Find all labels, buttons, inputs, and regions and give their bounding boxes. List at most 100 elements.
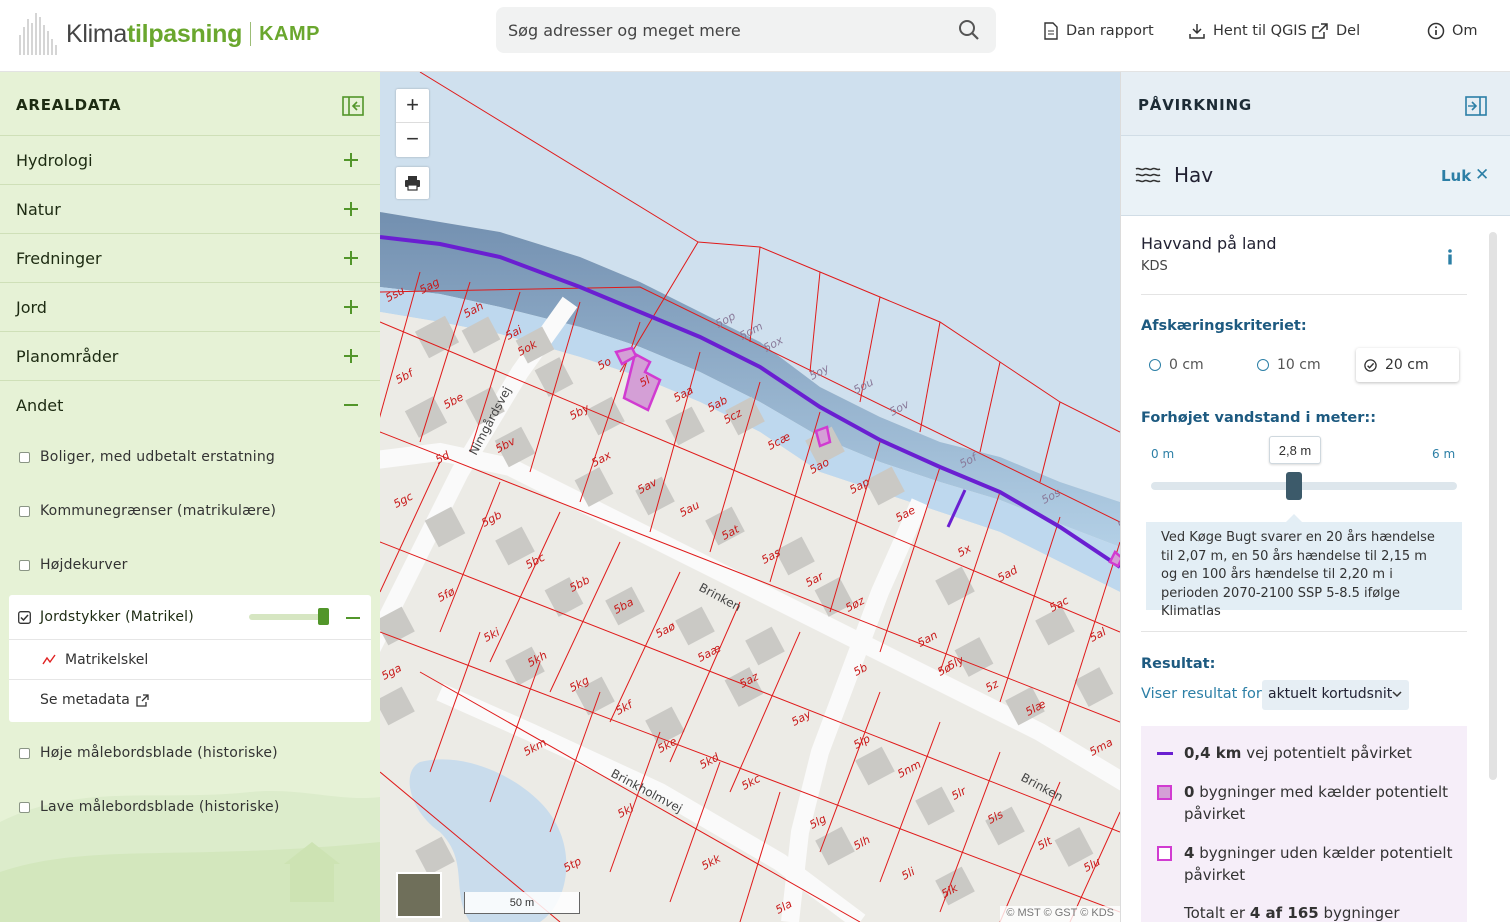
metadata-link-label[interactable]: Se metadata bbox=[40, 692, 130, 708]
category-label: Fredninger bbox=[16, 249, 102, 268]
category-label: Hydrologi bbox=[16, 151, 93, 170]
layer-checkbox[interactable] bbox=[19, 748, 30, 759]
minus-icon[interactable] bbox=[346, 617, 360, 619]
layer-boliger[interactable]: Boliger, med udbetalt erstatning bbox=[0, 430, 380, 484]
road-legend-swatch bbox=[1157, 752, 1173, 755]
collapse-right-panel-icon[interactable] bbox=[1465, 96, 1487, 121]
scale-bar: 50 m bbox=[464, 892, 580, 914]
layer-checkbox[interactable] bbox=[19, 506, 30, 517]
about-button-label: Om bbox=[1452, 23, 1478, 39]
map-drawing[interactable]: 5su 5ag5ah5ai5ok5bf5be5o5l5by5aa 5ab5cz5bv… bbox=[380, 72, 1120, 922]
share-icon bbox=[1312, 23, 1328, 39]
layer-checkbox[interactable] bbox=[19, 560, 30, 571]
info-box: Ved Køge Bugt svarer en 20 års hændelse … bbox=[1146, 514, 1462, 619]
divider bbox=[1141, 294, 1467, 295]
layer-hoejdekurver[interactable]: Højdekurver bbox=[0, 538, 380, 592]
map-canvas[interactable]: 5su 5ag 5ah 5ai 5ok 5bf 5be 5o 5l 5by 5aa 5ab 5cz 5bv… bbox=[380, 72, 1120, 922]
layer-hoeje-maalebordsblade[interactable]: Høje målebordsblade (historiske) bbox=[0, 726, 380, 780]
criteria-option-10[interactable]: 10 cm bbox=[1257, 348, 1321, 382]
radio-icon[interactable] bbox=[1257, 359, 1269, 371]
extent-dropdown-value: aktuelt kortudsnit bbox=[1268, 686, 1393, 702]
total-prefix: Totalt er bbox=[1184, 904, 1246, 922]
criteria-option-label: 20 cm bbox=[1385, 357, 1429, 373]
layer-checkbox[interactable] bbox=[19, 452, 30, 463]
result-text: bygninger med kælder potentielt påvirket bbox=[1184, 783, 1449, 823]
logo[interactable]: Klima tilpasning KAMP bbox=[16, 6, 320, 62]
criteria-option-20-selected[interactable]: 20 cm bbox=[1356, 348, 1459, 382]
category-label: Andet bbox=[16, 396, 64, 415]
layer-label: Boliger, med udbetalt erstatning bbox=[40, 449, 275, 465]
section-header: Hav Luk ✕ bbox=[1121, 136, 1510, 216]
metadata-link[interactable]: Se metadata bbox=[9, 680, 371, 720]
about-button[interactable]: Om bbox=[1427, 20, 1478, 42]
report-button-label: Dan rapport bbox=[1066, 23, 1154, 39]
layer-label: Kommunegrænser (matrikulære) bbox=[40, 503, 277, 519]
active-layer-row[interactable]: Jordstykker (Matrikel) bbox=[9, 595, 371, 640]
category-andet[interactable]: Andet bbox=[0, 381, 380, 430]
zoom-out-button[interactable]: − bbox=[396, 123, 429, 157]
close-icon[interactable]: ✕ bbox=[1475, 165, 1489, 185]
opacity-slider[interactable] bbox=[249, 614, 329, 620]
plus-icon[interactable] bbox=[344, 153, 358, 167]
print-button[interactable] bbox=[396, 167, 429, 199]
layer-label: Høje målebordsblade (historiske) bbox=[40, 745, 278, 761]
category-jord[interactable]: Jord bbox=[0, 283, 380, 332]
info-icon[interactable] bbox=[1447, 249, 1453, 265]
right-panel: PÅVIRKNING Hav Luk ✕ Havvand på land KDS… bbox=[1120, 72, 1510, 922]
category-label: Planområder bbox=[16, 347, 119, 366]
slider-min-label: 0 m bbox=[1151, 447, 1175, 461]
collapse-panel-icon[interactable] bbox=[342, 96, 364, 121]
category-planomraader[interactable]: Planområder bbox=[0, 332, 380, 381]
share-button[interactable]: Del bbox=[1311, 20, 1360, 42]
extent-dropdown[interactable]: aktuelt kortudsnit bbox=[1262, 680, 1409, 710]
left-panel-header: AREALDATA bbox=[0, 72, 380, 136]
radio-checked-icon[interactable] bbox=[1364, 358, 1377, 372]
shows-for-label: Viser resultat for bbox=[1141, 686, 1262, 702]
download-icon bbox=[1189, 24, 1205, 39]
report-button[interactable]: Dan rapport bbox=[1043, 20, 1154, 42]
plus-icon[interactable] bbox=[344, 251, 358, 265]
criteria-option-0[interactable]: 0 cm bbox=[1149, 348, 1204, 382]
result-road: 0,4 km vej potentielt påvirket bbox=[1157, 742, 1457, 764]
layer-kommunegraenser[interactable]: Kommunegrænser (matrikulære) bbox=[0, 484, 380, 538]
water-level-slider-handle[interactable] bbox=[1286, 472, 1302, 500]
impact-details: Havvand på land KDS Afskæringskriteriet:… bbox=[1121, 216, 1493, 922]
layer-title: Havvand på land bbox=[1141, 234, 1277, 253]
logo-word-1: Klima bbox=[66, 19, 128, 48]
chevron-down-icon bbox=[1392, 691, 1402, 698]
zoom-in-button[interactable]: + bbox=[396, 89, 429, 123]
opacity-slider-handle[interactable] bbox=[318, 608, 329, 625]
plus-icon[interactable] bbox=[344, 300, 358, 314]
search-icon[interactable] bbox=[958, 19, 980, 46]
total-suffix: bygninger bbox=[1323, 904, 1400, 922]
header: Klimatilpasning KAMP Dan rapport Hent ti… bbox=[0, 0, 1510, 72]
basemap-switcher[interactable] bbox=[396, 872, 442, 918]
info-icon bbox=[1427, 22, 1445, 40]
search-box[interactable] bbox=[496, 7, 996, 53]
layer-checkbox[interactable] bbox=[19, 802, 30, 813]
category-fredninger[interactable]: Fredninger bbox=[0, 234, 380, 283]
water-level-slider[interactable] bbox=[1151, 482, 1457, 490]
left-panel: AREALDATA Hydrologi Natur Fredninger Jor… bbox=[0, 72, 380, 922]
category-hydrologi[interactable]: Hydrologi bbox=[0, 136, 380, 185]
criteria-option-label: 0 cm bbox=[1169, 357, 1204, 373]
zoom-control: + − bbox=[396, 89, 429, 157]
category-natur[interactable]: Natur bbox=[0, 185, 380, 234]
plus-icon[interactable] bbox=[344, 349, 358, 363]
scrollbar[interactable] bbox=[1489, 232, 1497, 780]
plus-icon[interactable] bbox=[344, 202, 358, 216]
criteria-option-label: 10 cm bbox=[1277, 357, 1321, 373]
search-input[interactable] bbox=[508, 7, 948, 53]
external-link-icon[interactable] bbox=[136, 694, 149, 707]
slider-value-tooltip: 2,8 m bbox=[1269, 436, 1321, 464]
close-button[interactable]: Luk bbox=[1441, 167, 1471, 185]
print-icon bbox=[405, 176, 420, 191]
left-panel-title: AREALDATA bbox=[16, 96, 122, 114]
layer-lave-maalebordsblade[interactable]: Lave målebordsblade (historiske) bbox=[0, 780, 380, 834]
checkbox-checked-icon[interactable] bbox=[18, 611, 31, 624]
minus-icon[interactable] bbox=[344, 398, 358, 412]
water-level-label: Forhøjet vandstand i meter:: bbox=[1141, 410, 1377, 426]
category-label: Jord bbox=[16, 298, 47, 317]
radio-icon[interactable] bbox=[1149, 359, 1161, 371]
qgis-button[interactable]: Hent til QGIS bbox=[1188, 20, 1307, 42]
